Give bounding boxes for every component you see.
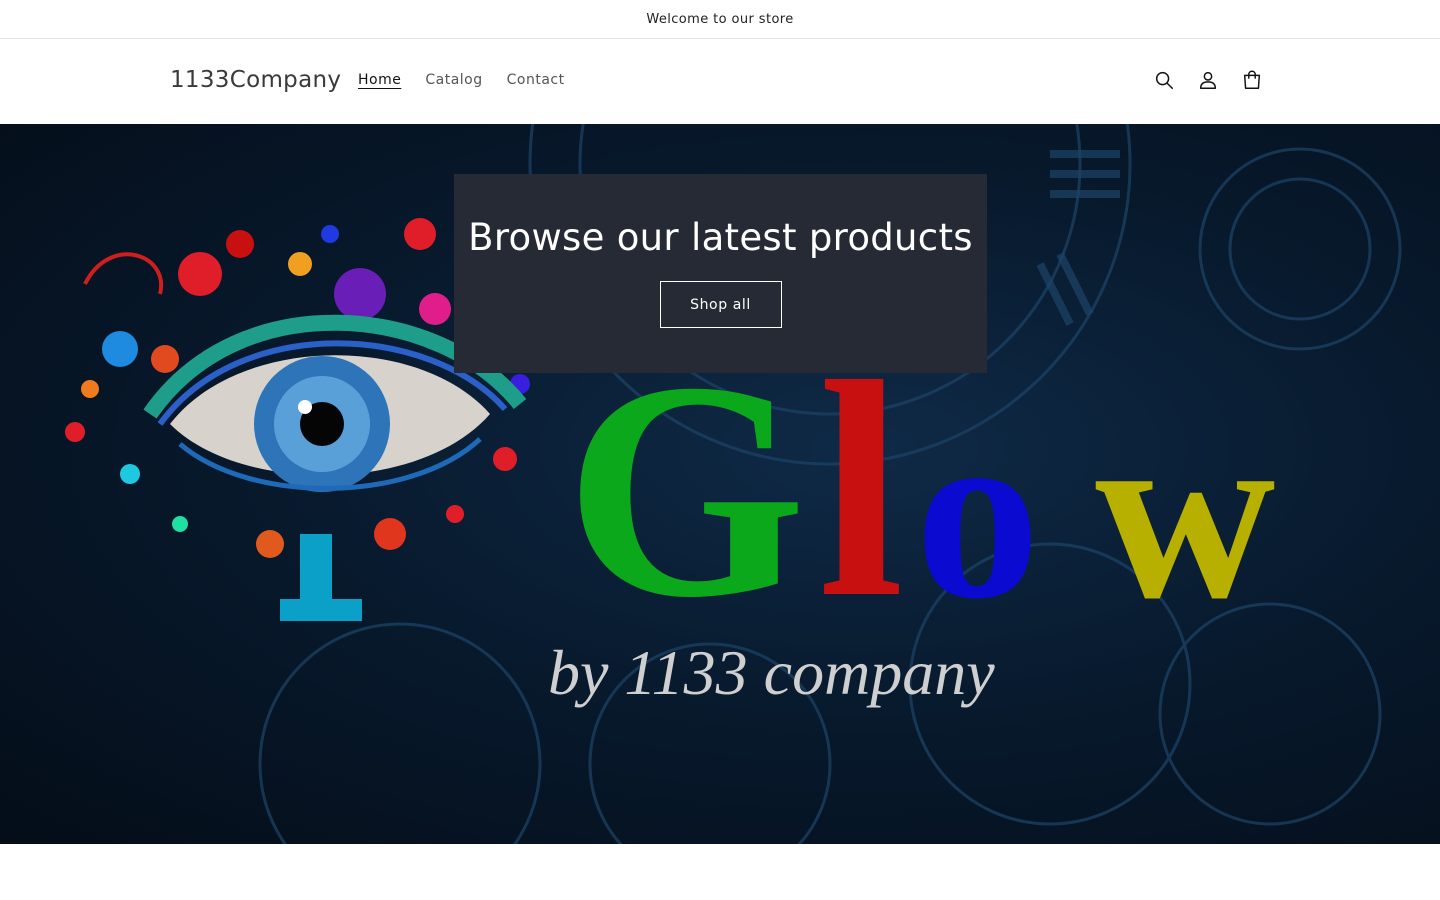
search-icon	[1155, 71, 1173, 89]
cart-icon	[1243, 70, 1261, 89]
hero-content-box: Browse our latest products Shop all	[454, 174, 987, 373]
announcement-text: Welcome to our store	[646, 11, 794, 27]
hero-banner: G l o w by 1133 company Browse our lates…	[0, 124, 1440, 844]
store-logo[interactable]: 1133Company	[170, 67, 341, 93]
tagline-text: by 1133 company	[548, 637, 995, 708]
account-icon	[1199, 71, 1217, 89]
svg-text:o: o	[915, 374, 1040, 651]
nav-contact[interactable]: Contact	[507, 72, 565, 88]
cart-button[interactable]	[1239, 67, 1265, 93]
main-nav: Home Catalog Contact	[358, 72, 589, 88]
announcement-bar: Welcome to our store	[0, 0, 1440, 39]
svg-text:w: w	[1095, 374, 1276, 651]
hero-heading: Browse our latest products	[468, 216, 973, 259]
search-button[interactable]	[1151, 67, 1177, 93]
site-header: 1133Company Home Catalog Contact	[0, 39, 1440, 124]
account-button[interactable]	[1195, 67, 1221, 93]
nav-home[interactable]: Home	[358, 72, 401, 88]
nav-catalog[interactable]: Catalog	[425, 72, 482, 88]
shop-all-button[interactable]: Shop all	[659, 281, 782, 328]
